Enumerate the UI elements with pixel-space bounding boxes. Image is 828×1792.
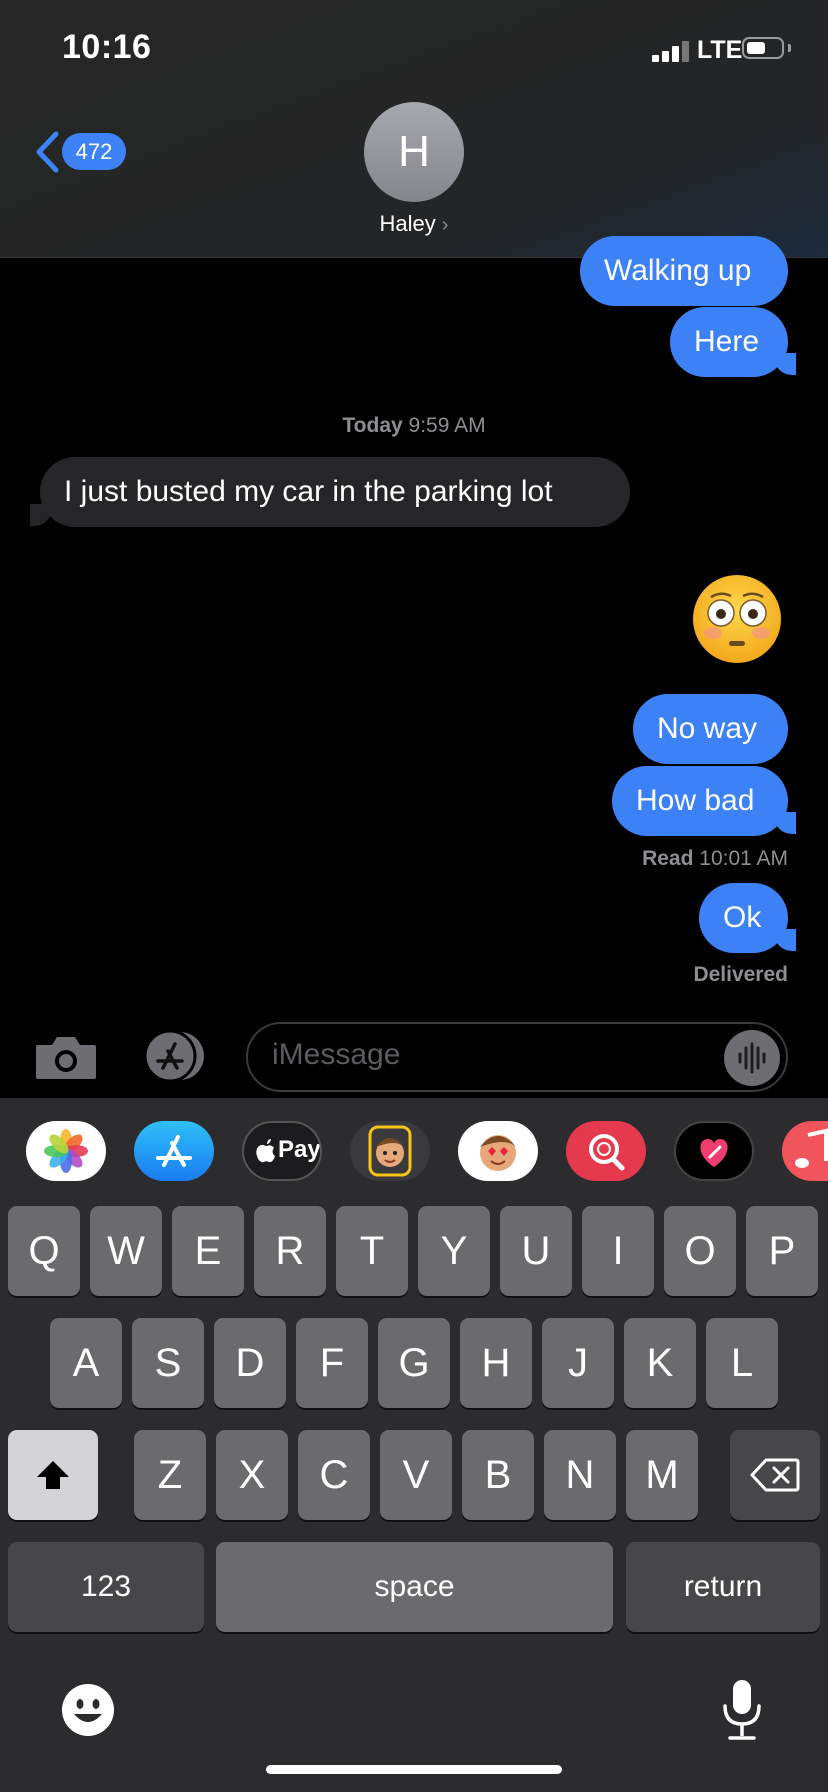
read-time: 10:01 AM <box>699 847 788 870</box>
key-l[interactable]: L <box>706 1318 778 1408</box>
delete-icon <box>750 1458 800 1492</box>
return-key[interactable]: return <box>626 1542 820 1632</box>
chevron-right-icon: › <box>441 214 449 236</box>
battery-icon <box>742 37 784 59</box>
key-f[interactable]: F <box>296 1318 368 1408</box>
bubble-tail <box>774 812 796 834</box>
message-bubble-sent[interactable]: Walking up <box>580 236 788 306</box>
network-label: LTE <box>697 36 743 64</box>
key-r[interactable]: R <box>254 1206 326 1296</box>
read-label: Read <box>642 847 694 870</box>
apple-pay-label[interactable]: Pay <box>278 1136 320 1164</box>
key-g[interactable]: G <box>378 1318 450 1408</box>
audio-waveform-icon[interactable] <box>724 1030 780 1086</box>
key-c[interactable]: C <box>298 1430 370 1520</box>
contact-avatar[interactable]: H <box>364 102 464 202</box>
key-q[interactable]: Q <box>8 1206 80 1296</box>
bubble-tail <box>774 353 796 375</box>
flushed-face-emoji[interactable] <box>691 573 783 665</box>
key-s[interactable]: S <box>132 1318 204 1408</box>
key-y[interactable]: Y <box>418 1206 490 1296</box>
contact-name[interactable]: Haley › <box>0 211 828 237</box>
key-z[interactable]: Z <box>134 1430 206 1520</box>
message-bubble-sent[interactable]: Here <box>670 307 788 377</box>
key-m[interactable]: M <box>626 1430 698 1520</box>
timestamp-day: Today <box>342 414 403 437</box>
read-receipt: Read 10:01 AM <box>642 847 788 871</box>
app-store-icon[interactable] <box>140 1030 212 1082</box>
key-j[interactable]: J <box>542 1318 614 1408</box>
status-time: 10:16 <box>62 28 152 66</box>
contact-name-label[interactable]: Haley <box>380 211 436 236</box>
home-indicator[interactable] <box>266 1765 562 1774</box>
app-store-icon[interactable] <box>134 1121 214 1181</box>
key-i[interactable]: I <box>582 1206 654 1296</box>
memoji-icon[interactable] <box>350 1121 430 1181</box>
delete-key[interactable] <box>730 1430 820 1520</box>
microphone-icon[interactable] <box>718 1678 766 1742</box>
key-e[interactable]: E <box>172 1206 244 1296</box>
bubble-tail <box>774 929 796 951</box>
unread-count-badge[interactable]: 472 <box>62 133 126 170</box>
key-n[interactable]: N <box>544 1430 616 1520</box>
numbers-key[interactable]: 123 <box>8 1542 204 1632</box>
key-t[interactable]: T <box>336 1206 408 1296</box>
key-v[interactable]: V <box>380 1430 452 1520</box>
message-bubble-sent[interactable]: Ok <box>699 883 788 953</box>
message-timestamp: Today 9:59 AM <box>0 414 828 438</box>
timestamp-time: 9:59 AM <box>408 414 486 437</box>
back-chevron-icon[interactable] <box>34 130 60 174</box>
memoji-stickers-icon[interactable] <box>458 1121 538 1181</box>
key-h[interactable]: H <box>460 1318 532 1408</box>
message-bubble-received[interactable]: I just busted my car in the parking lot <box>40 457 630 527</box>
key-o[interactable]: O <box>664 1206 736 1296</box>
apple-pay-icon[interactable]: Pay <box>242 1121 322 1181</box>
battery-tip <box>788 44 791 52</box>
images-search-icon[interactable] <box>566 1121 646 1181</box>
shift-icon <box>37 1461 69 1489</box>
key-d[interactable]: D <box>214 1318 286 1408</box>
key-b[interactable]: B <box>462 1430 534 1520</box>
key-x[interactable]: X <box>216 1430 288 1520</box>
key-u[interactable]: U <box>500 1206 572 1296</box>
key-w[interactable]: W <box>90 1206 162 1296</box>
photos-icon[interactable] <box>26 1121 106 1181</box>
signal-bars-icon <box>652 40 692 62</box>
message-bubble-sent[interactable]: No way <box>633 694 788 764</box>
message-bubble-sent[interactable]: How bad <box>612 766 788 836</box>
key-a[interactable]: A <box>50 1318 122 1408</box>
shift-key[interactable] <box>8 1430 98 1520</box>
key-p[interactable]: P <box>746 1206 818 1296</box>
delivered-receipt: Delivered <box>693 963 788 986</box>
space-key[interactable]: space <box>216 1542 613 1632</box>
digital-touch-icon[interactable] <box>674 1121 754 1181</box>
message-placeholder[interactable]: iMessage <box>272 1038 400 1072</box>
camera-icon[interactable] <box>34 1033 98 1081</box>
emoji-icon[interactable] <box>60 1682 116 1738</box>
key-k[interactable]: K <box>624 1318 696 1408</box>
